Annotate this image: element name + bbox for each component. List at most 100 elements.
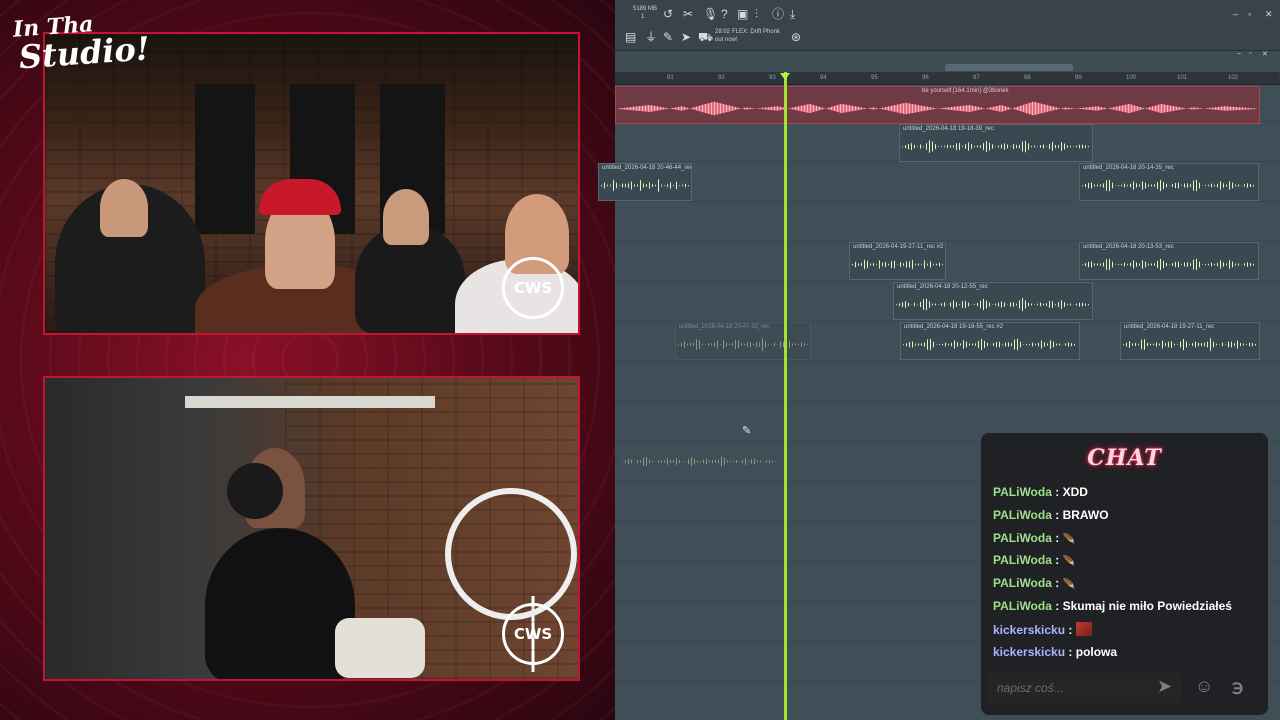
audio-clip-label: untitled_2026-04-18 20-13-53_rec xyxy=(1083,244,1174,250)
audio-clip-fragment[interactable] xyxy=(620,448,778,474)
playlist-close-icon[interactable]: ✕ xyxy=(1262,50,1268,58)
brush-icon[interactable]: ➤ xyxy=(681,31,691,43)
waveform xyxy=(852,257,943,272)
chat-username[interactable]: PALiWoda xyxy=(993,576,1052,590)
send-icon[interactable]: ➤ xyxy=(1157,676,1172,697)
info-icon[interactable]: ⓘ xyxy=(772,8,784,20)
chat-message-text: Skumaj nie miło Powiedziałeś xyxy=(1062,599,1232,613)
pencil-cursor-icon: ✎ xyxy=(742,425,752,437)
chat-username[interactable]: PALiWoda xyxy=(993,553,1052,567)
ruler-tick: 96 xyxy=(922,75,929,81)
chat-title: CHAT xyxy=(1087,445,1162,471)
chat-username[interactable]: kickerskicku xyxy=(993,623,1065,637)
chat-message: PALiWoda : 🪶 xyxy=(993,531,1075,547)
waveform xyxy=(903,337,1077,352)
feather-emote-icon: 🪶 xyxy=(1062,579,1076,591)
audio-clip[interactable]: untitled_2026-04-18 20-12-55_rec xyxy=(893,282,1093,320)
audio-clip[interactable]: untitled_2026-04-18 20-14-35_rec xyxy=(1079,163,1259,201)
camera-feed-bottom: CWS xyxy=(43,376,580,681)
ruler-tick: 95 xyxy=(871,75,878,81)
audio-clip-label: untitled_2026-04-18 20-47-32_rec xyxy=(679,324,770,330)
ruler-tick: 101 xyxy=(1177,75,1188,81)
audio-clip-label: untitled_2026-04-18 20-46-44_rec xyxy=(602,165,692,171)
audio-clip[interactable]: be yourself [164.1min] @3bonek xyxy=(615,86,1260,124)
plug-icon[interactable]: ⏚ xyxy=(645,31,657,43)
record-icon[interactable]: ⊛ xyxy=(791,31,801,43)
waveform xyxy=(1082,257,1256,272)
daw-toolbar: 5189 MB 1 ↺ ✂ 🎙 ? ▣ ⫶ ⓘ ⤓ ▤ ⏚ ✎ ➤ ⛟ 28:0… xyxy=(615,0,1280,51)
chat-message: kickerskicku : polowa xyxy=(993,645,1117,659)
chat-message: PALiWoda : 🪶 xyxy=(993,576,1075,592)
chat-message: PALiWoda : BRAWO xyxy=(993,508,1109,522)
emoji-icon[interactable]: ☺ xyxy=(1195,676,1213,697)
ruler-tick: 92 xyxy=(718,75,725,81)
ruler-tick: 102 xyxy=(1228,75,1239,81)
chat-separator: : xyxy=(1065,644,1076,659)
audio-clip[interactable]: untitled_2026-04-18 20-47-32_rec xyxy=(675,322,811,360)
ruler-tick: 91 xyxy=(667,75,674,81)
undo-icon[interactable]: ↺ xyxy=(663,8,673,20)
chat-separator: : xyxy=(1051,599,1063,613)
chat-message-text: XDD xyxy=(1062,485,1088,499)
file-icon[interactable]: ▤ xyxy=(625,31,636,43)
chat-username[interactable]: PALiWoda xyxy=(993,531,1052,545)
save-icon[interactable]: ▣ xyxy=(737,8,748,20)
chat-message-text: polowa xyxy=(1075,644,1118,659)
ruler-tick: 98 xyxy=(1024,75,1031,81)
scissors-icon[interactable]: ✂ xyxy=(683,8,693,20)
chat-message: PALiWoda : Skumaj nie miło Powiedziałeś xyxy=(993,599,1232,613)
waveform xyxy=(618,101,1257,116)
emote-icon xyxy=(1075,621,1092,636)
7tv-icon[interactable]: ℈ xyxy=(1232,677,1243,697)
maximize-icon[interactable]: ▫ xyxy=(1248,9,1251,19)
waveform xyxy=(902,139,1090,154)
cart-icon[interactable]: ⛟ xyxy=(698,31,713,43)
chat-separator: : xyxy=(1051,485,1063,499)
playhead[interactable] xyxy=(784,72,787,720)
ruler-tick: 100 xyxy=(1126,75,1137,81)
horizontal-scrollbar[interactable] xyxy=(945,64,1073,71)
download-icon[interactable]: ⤓ xyxy=(790,8,795,20)
audio-clip[interactable]: untitled_2026-04-19-27-11_rec #2 xyxy=(849,242,946,280)
chat-message-text: BRAWO xyxy=(1062,507,1109,522)
chat-username[interactable]: PALiWoda xyxy=(993,485,1052,499)
chat-separator: : xyxy=(1051,553,1063,568)
chat-separator: : xyxy=(1051,507,1063,522)
mixer-icon[interactable]: ⫶ xyxy=(755,8,758,20)
cpu-readout: 1 xyxy=(641,14,645,20)
ruler-tick: 97 xyxy=(973,75,980,81)
playhead-marker[interactable] xyxy=(780,73,790,80)
chat-message: kickerskicku : xyxy=(993,621,1092,637)
audio-clip[interactable]: untitled_2026-04-18 19-27-11_rec xyxy=(1120,322,1260,360)
audio-clip[interactable]: untitled_2026-04-18 20-13-53_rec xyxy=(1079,242,1259,280)
audio-clip[interactable]: untitled_2026-04-18 20-46-44_rec xyxy=(598,163,692,201)
memory-readout: 5189 MB xyxy=(633,6,658,12)
microphone-icon[interactable]: 🎙 xyxy=(703,8,718,20)
hint-title: FLEX: Drift Phonk xyxy=(732,29,781,35)
stream-overlay: In Tha Studio! CWS CWS xyxy=(0,0,615,720)
audio-clip[interactable]: untitled_2026-04-18 19-18-39_rec xyxy=(899,124,1093,162)
chat-separator: : xyxy=(1051,576,1063,591)
waveform xyxy=(678,337,808,352)
pencil-icon[interactable]: ✎ xyxy=(663,31,673,43)
ruler-tick: 99 xyxy=(1075,75,1082,81)
ruler-tick: 94 xyxy=(820,75,827,81)
chat-input[interactable]: napisz coś... xyxy=(987,673,1182,703)
waveform xyxy=(1082,178,1256,193)
chat-widget: CHAT PALiWoda : XDD PALiWoda : BRAWO PALiW… xyxy=(981,433,1268,715)
cws-watermark-2: CWS xyxy=(502,603,564,665)
minimize-icon[interactable]: – xyxy=(1233,9,1238,19)
feather-emote-icon: 🪶 xyxy=(1062,556,1076,568)
audio-clip[interactable]: untitled_2026-04-18 19-18-55_rec #2 xyxy=(900,322,1080,360)
chat-username[interactable]: kickerskicku xyxy=(993,645,1065,659)
chat-separator: : xyxy=(1051,530,1063,545)
help-icon[interactable]: ? xyxy=(721,8,728,20)
playlist-minimize-icon[interactable]: – xyxy=(1237,50,1241,57)
feather-emote-icon: 🪶 xyxy=(1062,533,1076,545)
playlist-maximize-icon[interactable]: ▫ xyxy=(1249,50,1251,57)
close-icon[interactable]: ✕ xyxy=(1265,9,1273,20)
chat-username[interactable]: PALiWoda xyxy=(993,599,1052,613)
audio-clip-label: be yourself [164.1min] @3bonek xyxy=(922,88,1009,94)
chat-username[interactable]: PALiWoda xyxy=(993,508,1052,522)
audio-clip-label: untitled_2026-04-18 20-12-55_rec xyxy=(897,284,988,290)
